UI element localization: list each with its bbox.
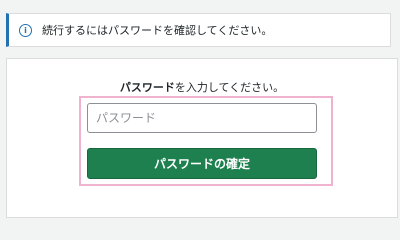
password-confirm-card: パスワードを入力してください。 パスワードの確定 — [6, 58, 398, 218]
prompt-bold-text: パスワード — [119, 81, 175, 94]
notice-text: 続行するにはパスワードを確認してください。 — [42, 24, 273, 37]
password-input[interactable] — [87, 103, 317, 133]
prompt-text: を入力してください。 — [174, 81, 285, 94]
confirm-password-button[interactable]: パスワードの確定 — [87, 148, 317, 179]
info-notice: i 続行するにはパスワードを確認してください。 — [6, 13, 391, 47]
info-icon: i — [19, 23, 32, 37]
password-prompt: パスワードを入力してください。 — [7, 79, 397, 95]
